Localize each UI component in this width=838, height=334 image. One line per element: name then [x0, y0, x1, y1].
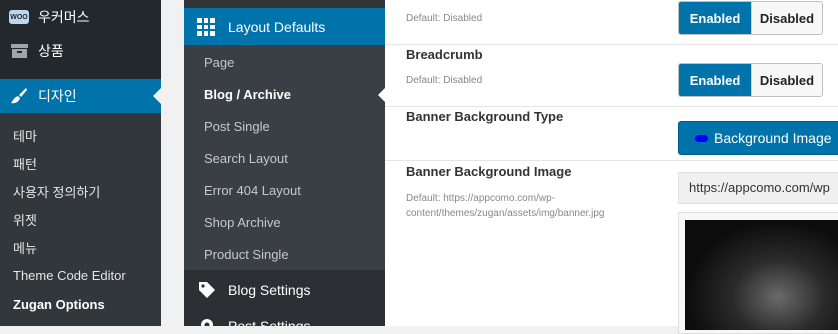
menu-label: 디자인	[38, 88, 77, 104]
row-divider	[385, 106, 838, 107]
archive-icon	[9, 42, 29, 60]
nav-item-product-single[interactable]: Product Single	[204, 247, 289, 262]
menu-label: 우커머스	[38, 9, 90, 25]
enabled-button[interactable]: Enabled	[679, 64, 751, 96]
enabled-button[interactable]: Enabled	[679, 2, 751, 34]
breadcrumb-toggle-group: Enabled Disabled	[678, 63, 823, 97]
submenu-themes[interactable]: 테마	[13, 126, 37, 145]
menu-products[interactable]: 상품	[0, 34, 161, 68]
submenu-widgets[interactable]: 위젯	[13, 210, 37, 229]
nav-item-post-single[interactable]: Post Single	[204, 119, 270, 134]
nav-section-post-settings[interactable]: Post Settings	[184, 310, 385, 326]
tag-icon	[199, 282, 215, 298]
active-arrow	[378, 88, 385, 102]
banner-image-url-input[interactable]: https://appcomo.com/wp	[678, 172, 838, 204]
breadcrumb-title: Breadcrumb	[406, 47, 483, 62]
section-label: Blog Settings	[228, 282, 311, 298]
design-submenu: 테마 패턴 사용자 정의하기 위젯 메뉴 Theme Code Editor Z…	[0, 113, 161, 326]
menu-woocommerce[interactable]: WOO 우커머스	[0, 0, 161, 34]
section-label: Layout Defaults	[228, 19, 326, 35]
nav-item-search-layout[interactable]: Search Layout	[204, 151, 288, 166]
section-label: Post Settings	[228, 318, 311, 326]
submenu-patterns[interactable]: 패턴	[13, 154, 37, 173]
banner-type-label: Background Image	[714, 130, 832, 146]
banner-type-title: Banner Background Type	[406, 109, 564, 124]
submenu-menus[interactable]: 메뉴	[13, 238, 37, 257]
nav-item-page[interactable]: Page	[204, 55, 234, 70]
grid-icon	[197, 18, 215, 36]
nav-section-layout-defaults[interactable]: Layout Defaults	[184, 8, 385, 45]
nav-item-blog-archive[interactable]: Blog / Archive	[204, 87, 291, 102]
banner-image-preview	[678, 212, 838, 334]
banner-type-select[interactable]: Background Image	[678, 121, 838, 155]
layout-defaults-submenu: Page Blog / Archive Post Single Search L…	[184, 45, 385, 270]
options-content: Default: Disabled Enabled Disabled Bread…	[385, 0, 838, 334]
disabled-button[interactable]: Disabled	[751, 2, 822, 34]
menu-design[interactable]: 디자인	[0, 79, 161, 113]
row-divider	[385, 160, 838, 161]
nav-section-blog-settings[interactable]: Blog Settings	[184, 270, 385, 310]
nav-top-strip	[184, 0, 385, 8]
banner-preview-image[interactable]	[685, 220, 838, 330]
options-nav: Layout Defaults Page Blog / Archive Post…	[184, 0, 385, 326]
field-desc: Default: https://appcomo.com/wp-content/…	[406, 193, 605, 219]
banner-image-title: Banner Background Image	[406, 164, 572, 179]
field-desc: Default: Disabled	[406, 13, 483, 24]
submenu-zugan-options[interactable]: Zugan Options	[13, 297, 105, 312]
menu-label: 상품	[38, 43, 64, 59]
nav-item-shop-archive[interactable]: Shop Archive	[204, 215, 281, 230]
gear-icon	[201, 319, 213, 326]
woo-icon: WOO	[9, 8, 29, 26]
color-dot	[695, 134, 708, 142]
field-desc: Default: Disabled	[406, 75, 483, 86]
current-arrow	[153, 88, 161, 104]
disabled-button[interactable]: Disabled	[751, 64, 822, 96]
wp-admin-sidebar: WOO 우커머스 상품 디자인 테마 패턴 사용자 정의하기 위젯 메뉴 The…	[0, 0, 161, 326]
submenu-theme-code-editor[interactable]: Theme Code Editor	[13, 268, 126, 283]
paintbrush-icon	[9, 87, 29, 105]
row-divider	[385, 44, 838, 45]
prev-toggle-group: Enabled Disabled	[678, 1, 823, 35]
nav-item-error-404-layout[interactable]: Error 404 Layout	[204, 183, 301, 198]
submenu-customize[interactable]: 사용자 정의하기	[13, 182, 100, 201]
